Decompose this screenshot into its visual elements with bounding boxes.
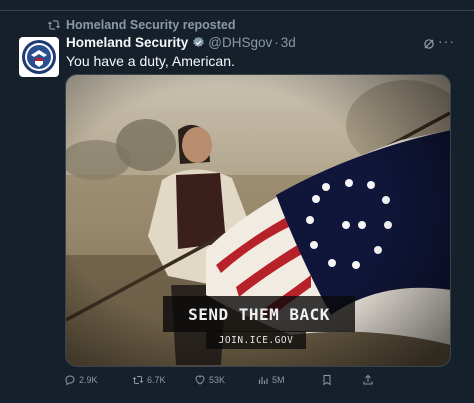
like-count: 53K bbox=[209, 375, 226, 385]
heart-icon bbox=[195, 375, 205, 385]
more-options-button[interactable]: ··· bbox=[438, 33, 455, 49]
repost-context[interactable]: Homeland Security reposted bbox=[47, 18, 236, 32]
previous-tweet-divider bbox=[0, 0, 474, 11]
repost-icon bbox=[47, 20, 61, 30]
tweet-actions: 2.9K 6.7K 53K 5M bbox=[64, 374, 384, 388]
tweet-media[interactable]: SEND THEM BACK JOIN.ICE.GOV bbox=[65, 74, 451, 367]
views-icon bbox=[258, 377, 268, 384]
video-caption-box: SEND THEM BACK bbox=[163, 296, 355, 332]
verified-badge-icon[interactable] bbox=[192, 36, 205, 49]
separator-dot: · bbox=[274, 35, 279, 50]
reply-count: 2.9K bbox=[79, 375, 98, 385]
repost-count: 6.7K bbox=[147, 375, 166, 385]
reply-icon bbox=[65, 375, 75, 386]
repost-label: Homeland Security reposted bbox=[66, 18, 236, 32]
avatar[interactable] bbox=[19, 37, 59, 77]
repost-button[interactable]: 6.7K bbox=[132, 374, 166, 386]
author-handle[interactable]: @DHSgov bbox=[208, 35, 272, 50]
dhs-seal-icon bbox=[22, 40, 56, 74]
video-caption: SEND THEM BACK bbox=[188, 304, 330, 324]
like-button[interactable]: 53K bbox=[194, 374, 225, 386]
share-icon bbox=[363, 374, 373, 385]
author-name[interactable]: Homeland Security bbox=[66, 35, 188, 50]
reply-button[interactable]: 2.9K bbox=[64, 374, 98, 386]
tweet-text: You have a duty, American. bbox=[66, 53, 235, 69]
bookmark-icon bbox=[323, 375, 331, 386]
views-button[interactable]: 5M bbox=[257, 374, 285, 386]
bookmark-button[interactable] bbox=[321, 374, 336, 386]
grok-icon[interactable] bbox=[422, 37, 436, 51]
timestamp[interactable]: 3d bbox=[281, 35, 296, 50]
share-button[interactable] bbox=[362, 374, 377, 386]
view-count: 5M bbox=[272, 375, 285, 385]
repost-icon bbox=[132, 376, 144, 384]
video-subcaption: JOIN.ICE.GOV bbox=[218, 334, 294, 346]
tweet-header: Homeland Security @DHSgov · 3d bbox=[66, 35, 296, 50]
video-subcaption-box: JOIN.ICE.GOV bbox=[206, 331, 306, 349]
